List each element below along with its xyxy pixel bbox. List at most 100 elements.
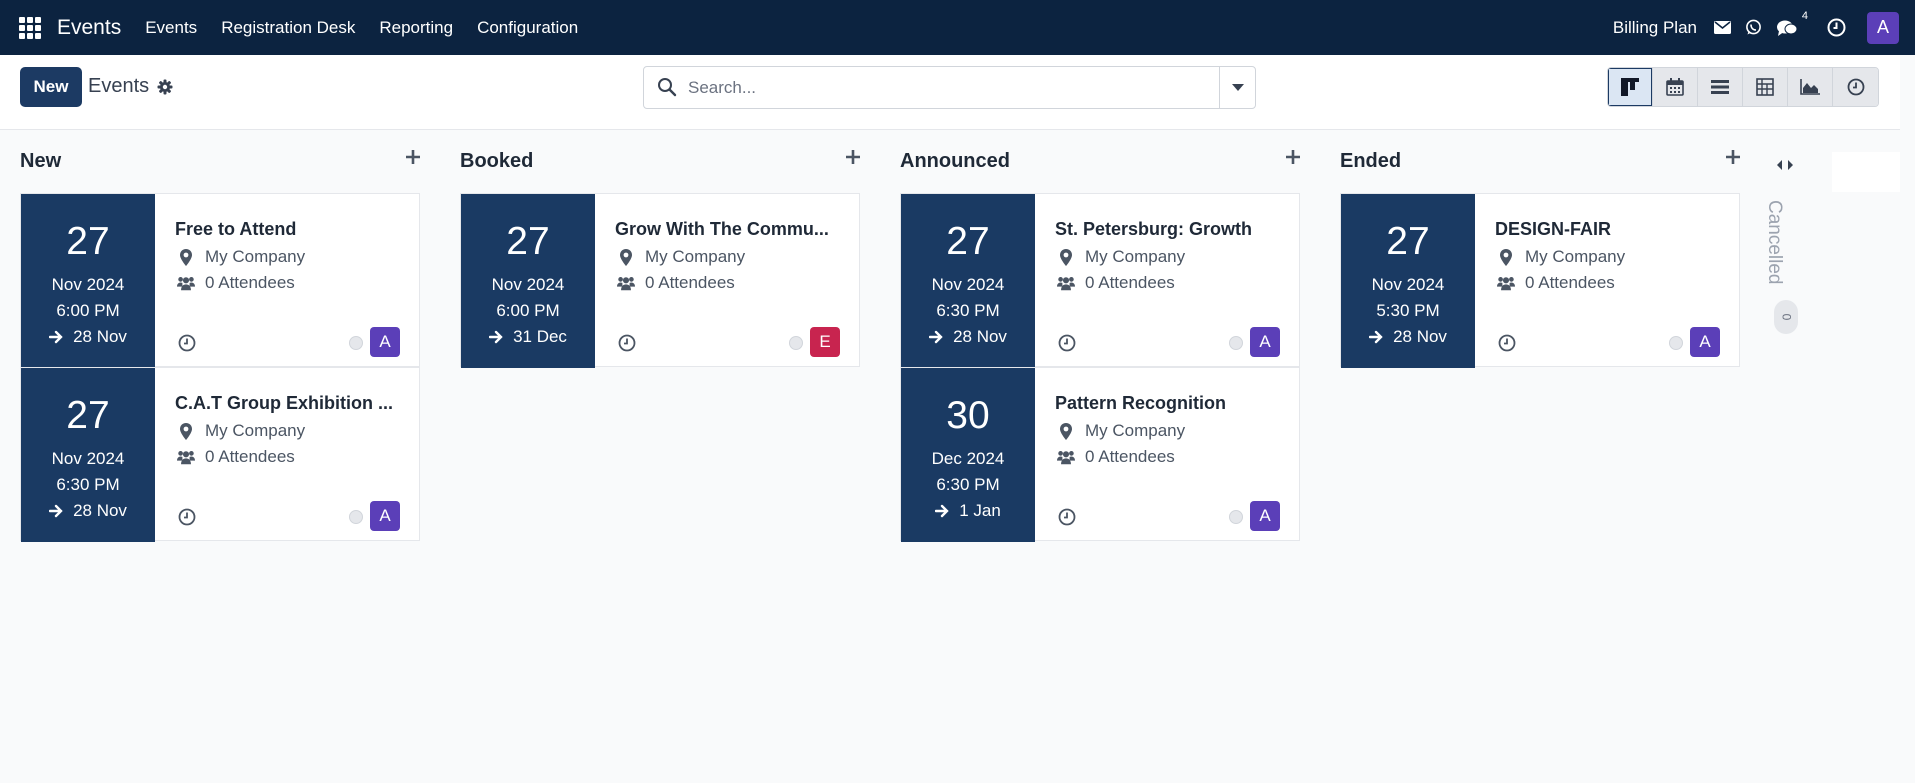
activity-clock-icon[interactable] <box>618 334 636 357</box>
menu-registration-desk[interactable]: Registration Desk <box>221 18 355 38</box>
kanban-status-circle[interactable] <box>349 510 363 524</box>
event-day: 30 <box>946 394 990 437</box>
quick-add-plus-icon[interactable] <box>846 150 860 169</box>
kanban-status-circle[interactable] <box>1229 336 1243 350</box>
activity-clock-icon[interactable] <box>1058 508 1076 531</box>
envelope-icon[interactable] <box>1714 21 1731 34</box>
kanban-view-button[interactable] <box>1608 68 1653 106</box>
column-header: Announced <box>900 150 1300 178</box>
event-month-year: Nov 2024 <box>51 449 125 468</box>
kanban-status-circle[interactable] <box>1669 336 1683 350</box>
activity-view-button[interactable] <box>1833 68 1878 106</box>
kanban-column-cancelled-folded[interactable]: Cancelled 0 <box>1764 155 1800 355</box>
map-marker-icon <box>1057 422 1075 440</box>
apps-menu-icon[interactable] <box>19 16 41 39</box>
event-card[interactable]: 27 Nov 2024 6:00 PM 28 Nov Free to Attend My … <box>20 193 420 368</box>
arrow-right-icon <box>489 330 503 344</box>
menu-configuration[interactable]: Configuration <box>477 18 578 38</box>
event-date-box: 27 Nov 2024 6:00 PM 28 Nov <box>21 194 155 368</box>
app-brand[interactable]: Events <box>57 16 121 40</box>
activity-clock-icon[interactable] <box>178 334 196 357</box>
search-icon <box>657 77 677 102</box>
quick-add-plus-icon[interactable] <box>1286 150 1300 169</box>
activity-clock-icon[interactable] <box>1058 334 1076 357</box>
list-icon <box>1711 80 1729 94</box>
search-input[interactable] <box>688 75 1188 101</box>
calendar-view-button[interactable] <box>1653 68 1698 106</box>
event-card[interactable]: 27 Nov 2024 6:30 PM 28 Nov C.A.T Group Exhib… <box>20 367 420 542</box>
chat-icon[interactable]: 4 <box>1776 10 1808 37</box>
map-marker-icon <box>617 248 635 266</box>
event-month-year: Nov 2024 <box>1371 275 1445 294</box>
map-marker-icon <box>177 422 195 440</box>
search-bar <box>643 66 1256 109</box>
add-column-area[interactable] <box>1832 152 1900 192</box>
clock-icon <box>1847 78 1864 96</box>
event-attendees: 0 Attendees <box>1525 273 1615 292</box>
event-title: St. Petersburg: Growth <box>1055 219 1253 239</box>
event-end-date: 31 Dec <box>461 327 595 347</box>
users-icon <box>617 275 635 291</box>
event-card[interactable]: 27 Nov 2024 6:00 PM 31 Dec Grow With The Com… <box>460 193 860 368</box>
event-end-date-text: 31 Dec <box>513 327 567 346</box>
event-day: 27 <box>66 394 110 437</box>
activity-clock-icon[interactable] <box>1827 18 1846 37</box>
event-attendees-row: 0 Attendees <box>1055 447 1175 467</box>
search-options-toggle[interactable] <box>1219 67 1255 108</box>
unfold-arrows-icon[interactable] <box>1770 160 1800 170</box>
new-button[interactable]: New <box>20 67 82 107</box>
calendar-icon <box>1666 78 1684 96</box>
pivot-view-button[interactable] <box>1743 68 1788 106</box>
kanban-status-circle[interactable] <box>1229 510 1243 524</box>
users-icon <box>1057 275 1075 291</box>
whatsapp-icon[interactable] <box>1745 19 1762 36</box>
responsible-avatar[interactable]: A <box>1690 327 1720 357</box>
map-marker-icon <box>177 248 195 266</box>
event-end-date-text: 28 Nov <box>1393 327 1447 346</box>
column-title: New <box>20 150 62 172</box>
responsible-avatar[interactable]: A <box>370 327 400 357</box>
event-attendees-row: 0 Attendees <box>1055 273 1175 293</box>
event-company-row: My Company <box>175 421 305 441</box>
graph-view-button[interactable] <box>1788 68 1833 106</box>
event-day: 27 <box>946 220 990 263</box>
activity-clock-icon[interactable] <box>178 508 196 531</box>
event-date-box: 27 Nov 2024 6:30 PM 28 Nov <box>901 194 1035 368</box>
map-marker-icon <box>1057 248 1075 266</box>
event-title: Pattern Recognition <box>1055 393 1227 413</box>
menu-events[interactable]: Events <box>145 18 197 38</box>
list-view-button[interactable] <box>1698 68 1743 106</box>
column-header: Booked <box>460 150 860 178</box>
column-header: Ended <box>1340 150 1740 178</box>
event-card[interactable]: 30 Dec 2024 6:30 PM 1 Jan Pattern Recognitio… <box>900 367 1300 542</box>
billing-plan-link[interactable]: Billing Plan <box>1613 18 1697 38</box>
menu-reporting[interactable]: Reporting <box>379 18 453 38</box>
responsible-avatar[interactable]: E <box>810 327 840 357</box>
event-card[interactable]: 27 Nov 2024 5:30 PM 28 Nov DESIGN-FAIR My Com… <box>1340 193 1740 368</box>
event-card[interactable]: 27 Nov 2024 6:30 PM 28 Nov St. Petersburg: G… <box>900 193 1300 368</box>
activity-clock-icon[interactable] <box>1498 334 1516 357</box>
map-marker-icon <box>1497 248 1515 266</box>
responsible-avatar[interactable]: A <box>1250 327 1280 357</box>
event-title: Grow With The Commu... <box>615 219 829 239</box>
event-start-time: 6:30 PM <box>936 301 1000 320</box>
column-title: Announced <box>900 150 1010 172</box>
event-company-row: My Company <box>1055 247 1185 267</box>
kanban-status-circle[interactable] <box>349 336 363 350</box>
quick-add-plus-icon[interactable] <box>406 150 420 169</box>
gear-icon[interactable] <box>157 79 173 100</box>
responsible-avatar[interactable]: A <box>1250 501 1280 531</box>
event-end-date-text: 1 Jan <box>959 501 1001 520</box>
event-end-date-text: 28 Nov <box>73 501 127 520</box>
area-chart-icon <box>1800 79 1820 95</box>
quick-add-plus-icon[interactable] <box>1726 150 1740 169</box>
event-attendees: 0 Attendees <box>205 447 295 466</box>
event-attendees-row: 0 Attendees <box>175 447 295 467</box>
folded-count-value: 0 <box>1779 313 1793 321</box>
kanban-status-circle[interactable] <box>789 336 803 350</box>
user-avatar[interactable]: A <box>1867 11 1899 44</box>
folded-column-title: Cancelled <box>1764 200 1785 285</box>
event-day: 27 <box>66 220 110 263</box>
responsible-avatar[interactable]: A <box>370 501 400 531</box>
event-attendees-row: 0 Attendees <box>1495 273 1615 293</box>
